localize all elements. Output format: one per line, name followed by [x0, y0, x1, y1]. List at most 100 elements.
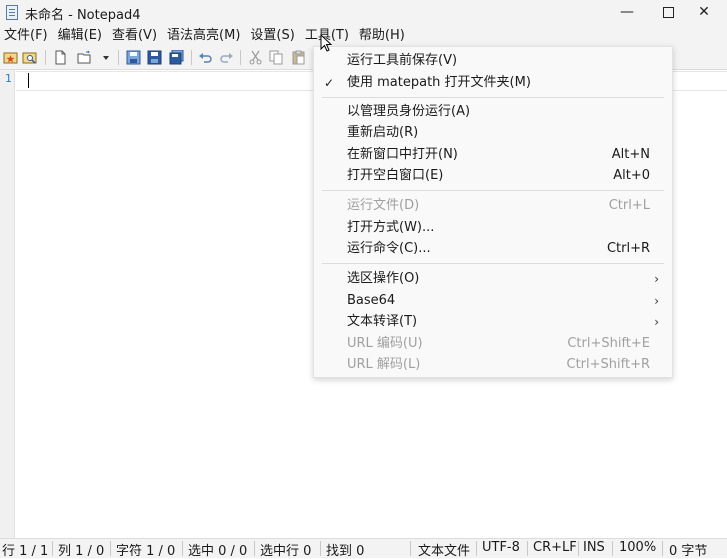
status-doc-type[interactable]: 文本文件 [418, 540, 470, 559]
menu-item-save-before-run[interactable]: 运行工具前保存(V) [314, 50, 672, 72]
menu-item-run-command[interactable]: 运行命令(C)... Ctrl+R [314, 238, 672, 260]
toolbar-separator [45, 50, 46, 65]
text-caret [28, 73, 29, 88]
undo-icon[interactable] [198, 50, 213, 65]
submenu-arrow-icon: › [654, 315, 659, 329]
line-number-gutter [0, 70, 15, 538]
menu-item-open-with[interactable]: 打开方式(W)... [314, 217, 672, 239]
menu-help[interactable]: 帮助(H) [354, 26, 410, 46]
menu-item-label: 重新启动(R) [347, 125, 419, 140]
menu-edit[interactable]: 编辑(E) [53, 26, 107, 46]
menu-item-label: URL 解码(L) [347, 357, 421, 372]
menu-settings[interactable]: 设置(S) [245, 26, 299, 46]
dropdown-icon[interactable] [101, 50, 111, 65]
tools-dropdown-menu: 运行工具前保存(V) ✓ 使用 matepath 打开文件夹(M) 以管理员身份… [313, 46, 673, 378]
status-divider [52, 541, 53, 556]
new-file-icon[interactable] [53, 50, 68, 65]
menu-item-run-as-admin[interactable]: 以管理员身份运行(A) [314, 101, 672, 123]
cut-icon[interactable] [248, 50, 263, 65]
line-number: 1 [5, 72, 12, 85]
menu-item-label: 选区操作(O) [347, 271, 420, 286]
menu-item-open-in-new-window[interactable]: 在新窗口中打开(N) Alt+N [314, 144, 672, 166]
status-zoom[interactable]: 100% [619, 540, 656, 555]
status-bar: 行 1 / 1 列 1 / 0 字符 1 / 0 选中 0 / 0 选中行 0 … [0, 538, 727, 559]
status-found: 找到 0 [326, 544, 365, 559]
status-divider [578, 541, 579, 556]
save-as-icon[interactable] [147, 50, 162, 65]
toolbar-separator [118, 50, 119, 65]
menu-file[interactable]: 文件(F) [0, 26, 53, 46]
menu-item-restart[interactable]: 重新启动(R) [314, 122, 672, 144]
mouse-pointer-icon [320, 33, 333, 57]
favorites-icon[interactable] [3, 50, 18, 65]
menu-item-run-file: 运行文件(D) Ctrl+L [314, 195, 672, 217]
status-selected-lines: 选中行 0 [260, 544, 312, 559]
menu-item-label: 运行文件(D) [347, 198, 420, 213]
status-divider [110, 541, 111, 556]
submenu-arrow-icon: › [654, 294, 659, 308]
menu-syntax[interactable]: 语法高亮(M) [162, 26, 245, 46]
window-title: 未命名 - Notepad4 [25, 8, 141, 23]
status-divider [410, 541, 411, 556]
menu-item-selection-ops[interactable]: 选区操作(O) › [314, 268, 672, 290]
menu-item-shortcut: Alt+0 [613, 168, 650, 183]
menu-view[interactable]: 查看(V) [107, 26, 162, 46]
maximize-icon [662, 6, 674, 18]
menu-item-label: URL 编码(U) [347, 336, 423, 351]
menu-item-open-blank-window[interactable]: 打开空白窗口(E) Alt+0 [314, 165, 672, 187]
menu-item-text-escape[interactable]: 文本转译(T) › [314, 311, 672, 333]
status-encoding[interactable]: UTF-8 [482, 540, 520, 555]
toolbar-separator [240, 50, 241, 65]
menu-item-label: 打开空白窗口(E) [347, 168, 444, 183]
status-char: 字符 1 / 0 [116, 544, 176, 559]
menu-item-shortcut: Ctrl+Shift+E [567, 336, 650, 351]
status-selection: 选中 0 / 0 [188, 544, 248, 559]
menu-item-label: 以管理员身份运行(A) [347, 104, 471, 119]
menu-item-label: 运行工具前保存(V) [347, 53, 458, 68]
status-divider [320, 541, 321, 556]
menu-item-shortcut: Alt+N [611, 147, 650, 162]
status-eol[interactable]: CR+LF [533, 540, 577, 555]
menu-item-shortcut: Ctrl+Shift+R [566, 357, 651, 372]
checkmark-icon: ✓ [324, 76, 335, 90]
status-divider [254, 541, 255, 556]
menu-item-label: 在新窗口中打开(N) [347, 147, 458, 162]
menu-item-label: 运行命令(C)... [347, 241, 431, 256]
status-divider [527, 541, 528, 556]
menu-separator [322, 190, 664, 191]
menu-item-label: 文本转译(T) [347, 314, 418, 329]
menu-item-shortcut: Ctrl+L [608, 198, 650, 213]
menu-item-url-decode: URL 解码(L) Ctrl+Shift+R [314, 354, 672, 376]
status-ins[interactable]: INS [583, 540, 605, 555]
notepad-app-icon [6, 5, 18, 20]
menu-separator [322, 263, 664, 264]
status-divider [612, 541, 613, 556]
toolbar-separator [191, 50, 192, 65]
save-icon[interactable] [126, 50, 141, 65]
menu-item-open-folder-matepath[interactable]: ✓ 使用 matepath 打开文件夹(M) [314, 72, 672, 94]
status-bytes: 0 字节 [669, 544, 708, 559]
menu-bar: 文件(F) 编辑(E) 查看(V) 语法高亮(M) 设置(S) 工具(T) 帮助… [0, 26, 727, 46]
minimize-button[interactable]: — [604, 0, 650, 26]
status-divider [476, 541, 477, 556]
status-divider [662, 541, 663, 556]
copy-icon[interactable] [269, 50, 284, 65]
menu-item-base64[interactable]: Base64 › [314, 290, 672, 312]
title-bar: 未命名 - Notepad4 — ✕ [0, 0, 727, 26]
redo-icon[interactable] [219, 50, 234, 65]
menu-item-shortcut: Ctrl+R [606, 241, 650, 256]
status-column: 列 1 / 0 [58, 544, 105, 559]
menu-item-label: 使用 matepath 打开文件夹(M) [347, 75, 531, 90]
find-file-icon[interactable] [22, 50, 37, 65]
menu-item-url-encode: URL 编码(U) Ctrl+Shift+E [314, 333, 672, 355]
status-divider [182, 541, 183, 556]
save-copy-icon[interactable] [169, 50, 184, 65]
menu-item-label: Base64 [347, 293, 396, 308]
open-file-icon[interactable] [77, 50, 92, 65]
close-button[interactable]: ✕ [681, 0, 727, 26]
menu-item-label: 打开方式(W)... [347, 220, 435, 235]
status-line: 行 1 / 1 [2, 544, 49, 559]
paste-icon[interactable] [291, 50, 306, 65]
menu-separator [322, 97, 664, 98]
submenu-arrow-icon: › [654, 272, 659, 286]
